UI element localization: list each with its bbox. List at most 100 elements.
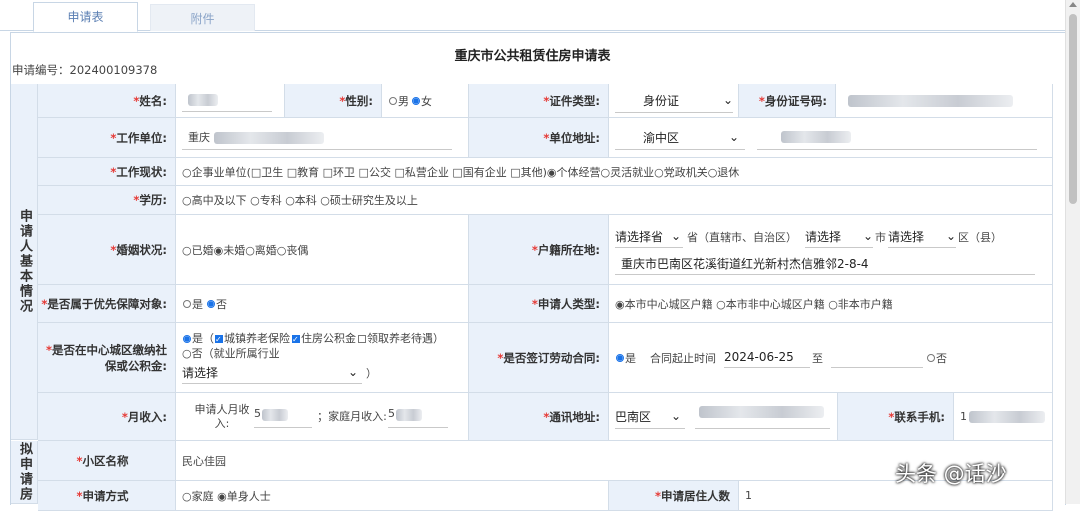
section-applicant-info-label: 申请人基本情况	[17, 209, 32, 314]
id-number-input[interactable]	[836, 84, 1053, 118]
income-cell: 申请人月收入: 5 ；家庭月收入: 5	[176, 393, 469, 441]
family-income-label: ；家庭月收入:	[317, 409, 387, 423]
watermark: 头条 @话沙	[895, 462, 1007, 486]
housing-fund-label: 住房公积金	[301, 331, 356, 345]
tab-application-form[interactable]: 申请表	[33, 2, 138, 32]
phone-label: * 联系手机:	[838, 393, 954, 441]
apply-mode-options[interactable]: ○家庭 ◉单身人士	[176, 481, 609, 511]
section-applicant-info: 申请人基本情况	[11, 84, 38, 440]
household-size-label: * 申请居住人数	[609, 481, 739, 511]
employer-address-cell: 渝中区 ⌄	[609, 118, 1053, 158]
scrollbar-thumb[interactable]	[1069, 14, 1077, 204]
industry-select[interactable]: 请选择 ⌄	[182, 362, 362, 384]
priority-no-label: 否	[216, 297, 227, 311]
id-type-select[interactable]: 身份证 ⌄	[615, 89, 733, 113]
contract-period-label: 合同起止时间	[650, 351, 716, 365]
apply-mode-label: * 申请方式	[38, 481, 176, 511]
marital-status-options[interactable]: ○已婚◉未婚○离婚○丧偶	[176, 215, 469, 285]
close-paren: ）	[433, 331, 444, 345]
chevron-down-icon: ⌄	[728, 130, 739, 144]
hukou-district-select[interactable]: 请选择 ⌄	[888, 226, 956, 248]
contract-to-label: 至	[812, 351, 823, 365]
chevron-down-icon: ⌄	[670, 409, 681, 423]
mail-address-label: * 通讯地址:	[469, 393, 609, 441]
application-number-label: 申请编号：	[12, 63, 70, 77]
chevron-down-icon: ⌄	[862, 229, 873, 243]
hukou-province-suffix: 省（直辖市、自治区）	[687, 230, 797, 244]
name-input[interactable]	[176, 84, 285, 118]
gender-male-radio[interactable]	[389, 96, 397, 105]
employer-address-label: * 单位地址:	[469, 118, 609, 158]
mail-district-select[interactable]: 巴南区 ⌄	[615, 405, 685, 429]
social-security-yes-radio[interactable]	[183, 334, 191, 343]
gender-male-label: 男	[398, 94, 409, 108]
labor-contract-yes-radio[interactable]	[616, 353, 624, 362]
gender-radio-group[interactable]: 男 女	[382, 84, 469, 118]
education-label: * 学历:	[38, 186, 176, 215]
industry-close-paren: ）	[366, 366, 377, 380]
chevron-down-icon: ⌄	[945, 229, 956, 243]
priority-yes-label: 是	[192, 297, 203, 311]
priority-radio-group[interactable]: 是 否	[176, 285, 469, 323]
housing-fund-checkbox[interactable]	[292, 332, 300, 347]
employer-address-input[interactable]	[757, 125, 1037, 150]
vertical-scrollbar[interactable]	[1065, 0, 1080, 504]
labor-contract-cell: 是 合同起止时间 2024-06-25 至 否	[609, 323, 1053, 393]
employer-district-select[interactable]: 渝中区 ⌄	[615, 126, 745, 150]
id-type-label: * 证件类型:	[469, 84, 609, 118]
labor-contract-no-label: 否	[936, 351, 947, 365]
contract-end-date-input[interactable]	[831, 347, 923, 368]
hukou-address-input[interactable]: 重庆市巴南区花溪街道红光新村杰信雅邻2-8-4	[615, 253, 1035, 275]
mail-address-cell: 巴南区 ⌄	[609, 393, 838, 441]
id-number-label: * 身份证号码:	[739, 84, 836, 118]
gender-female-label: 女	[421, 94, 432, 108]
applicant-income-input[interactable]: 5	[254, 405, 312, 428]
gender-female-radio[interactable]	[412, 96, 420, 105]
pension-insurance-label: 城镇养老保险	[224, 331, 290, 345]
labor-contract-no-radio[interactable]	[927, 353, 935, 362]
social-security-yes-label: 是	[192, 331, 203, 345]
id-number-redacted	[848, 94, 1013, 107]
employer-input[interactable]: 重庆	[176, 118, 469, 158]
labor-contract-label: * 是否签订劳动合同:	[469, 323, 609, 393]
contract-start-date-input[interactable]: 2024-06-25	[724, 347, 810, 368]
page-title: 重庆市公共租赁住房申请表	[454, 49, 611, 64]
labor-contract-yes-label: 是	[625, 351, 636, 365]
family-income-input[interactable]: 5	[388, 405, 448, 428]
social-security-label: *是否在中心城区缴纳社保或公积金:	[38, 323, 176, 393]
hukou-city-suffix: 市	[875, 230, 886, 244]
hukou-city-select[interactable]: 请选择 ⌄	[805, 226, 873, 248]
applicant-type-options[interactable]: ◉本市中心城区户籍 ○本市非中心城区户籍 ○非本市户籍	[609, 285, 1053, 323]
priority-yes-radio[interactable]	[183, 299, 191, 308]
name-label: * 姓名:	[38, 84, 176, 118]
hukou-province-select[interactable]: 请选择省 ⌄	[615, 226, 683, 248]
id-type-cell: 身份证 ⌄	[609, 84, 739, 118]
application-number-value: 202400109378	[69, 63, 158, 77]
marital-status-label: * 婚姻状况:	[38, 215, 176, 285]
education-options[interactable]: ○高中及以下 ○专科 ○本科 ○硕士研究生及以上	[176, 186, 1053, 215]
employer-label: * 工作单位:	[38, 118, 176, 158]
tab-bar: 申请表 附件	[0, 0, 1065, 32]
social-security-cell: 是（城镇养老保险住房公积金领取养老待遇） ○否（就业所属行业 请选择⌄ ）	[176, 323, 469, 393]
section-intended-housing: 拟申请房	[11, 441, 38, 504]
scroll-up-arrow-icon[interactable]	[1069, 2, 1077, 7]
hukou-label: * 户籍所在地:	[469, 215, 609, 285]
chevron-down-icon: ⌄	[670, 229, 681, 243]
pension-insurance-checkbox[interactable]	[215, 332, 223, 347]
gender-label: * 性别:	[285, 84, 382, 118]
social-security-no-option[interactable]: ○否（就业所属行业	[182, 346, 280, 361]
job-status-label: * 工作现状:	[38, 158, 176, 186]
section-intended-housing-label: 拟申请房	[17, 442, 32, 502]
job-status-options[interactable]: ○企事业单位(□卫生 □教育 □环卫 □公交 □私营企业 □国有企业 □其他)◉…	[176, 158, 1053, 186]
applicant-income-label: 申请人月收入:	[194, 402, 250, 430]
tab-attachments[interactable]: 附件	[150, 4, 255, 31]
chevron-down-icon: ⌄	[347, 365, 358, 379]
community-label: * 小区名称	[38, 441, 176, 481]
applicant-type-label: * 申请人类型:	[469, 285, 609, 323]
pension-benefit-checkbox[interactable]	[358, 334, 366, 343]
priority-no-radio[interactable]	[207, 299, 215, 308]
mail-address-input[interactable]	[695, 404, 830, 429]
pension-benefit-label: 领取养老待遇	[367, 331, 433, 345]
phone-input[interactable]: 1	[954, 393, 1053, 441]
hukou-district-suffix: 区（县）	[958, 230, 1002, 244]
